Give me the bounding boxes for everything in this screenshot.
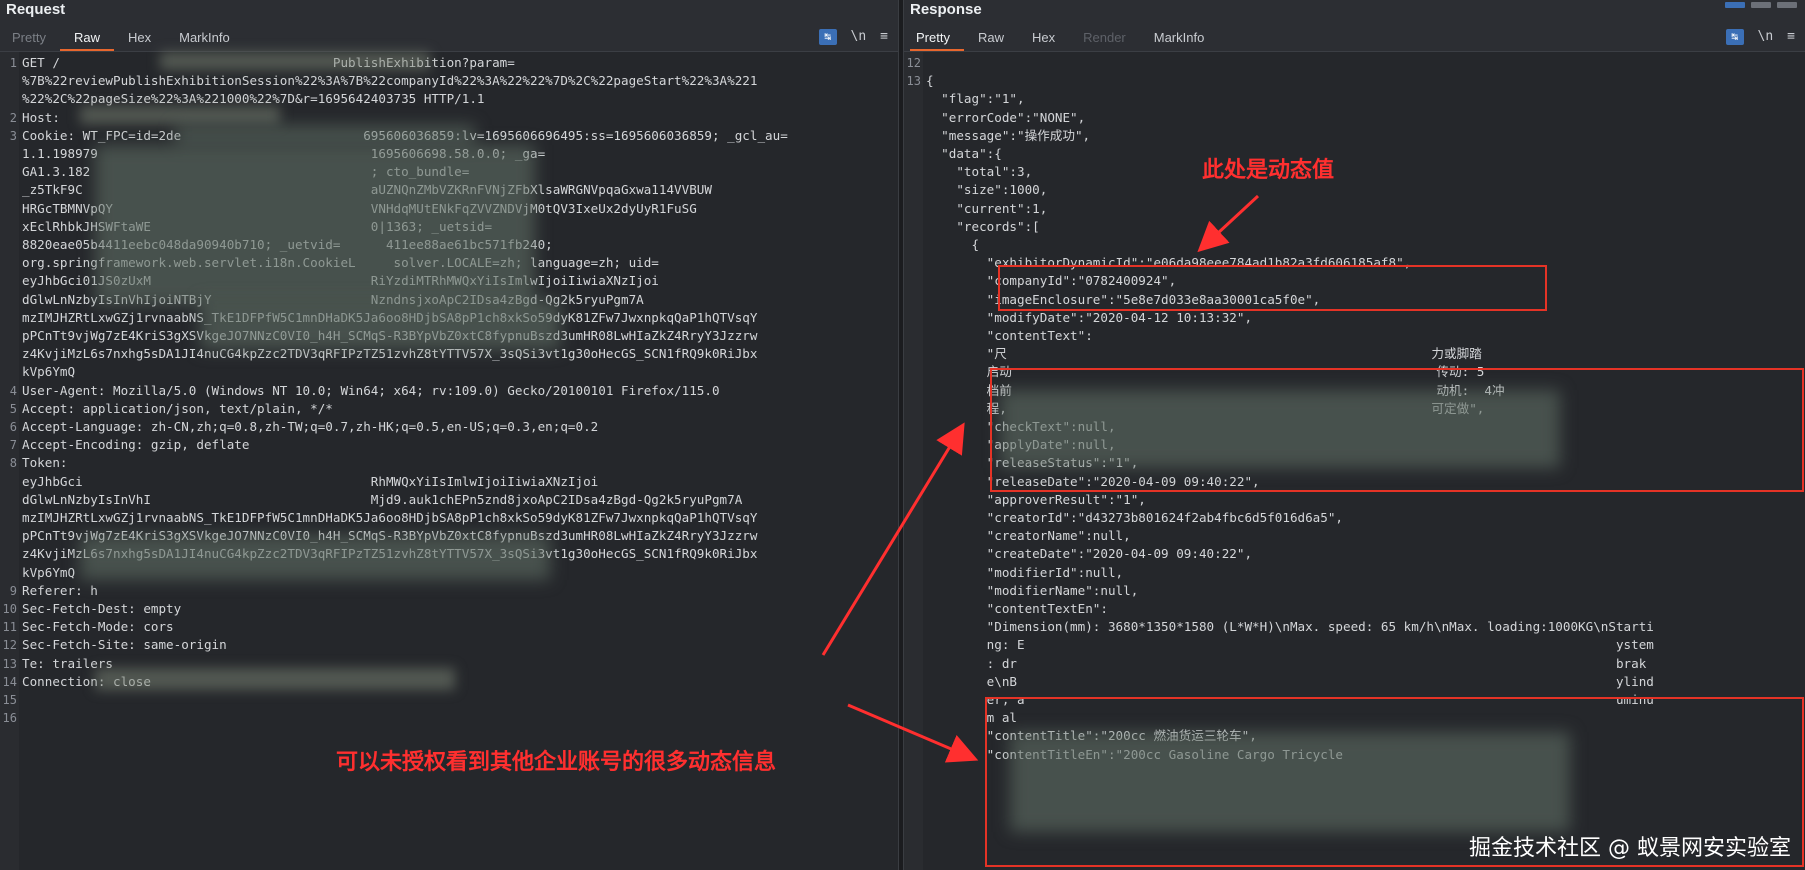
annotation-arrows	[821, 194, 1260, 763]
annotation-dynamic-value: 此处是动态值	[1202, 158, 1335, 183]
annotation-unauthorized: 可以未授权看到其他企业账号的很多动态信息	[336, 750, 777, 775]
arrow-to-dynamic-id	[1197, 194, 1260, 253]
watermark: 掘金技术社区 @ 蚁景网安实验室	[1469, 836, 1791, 861]
arrow-to-content-text-en	[847, 703, 979, 763]
arrow-to-content-text	[821, 422, 965, 656]
